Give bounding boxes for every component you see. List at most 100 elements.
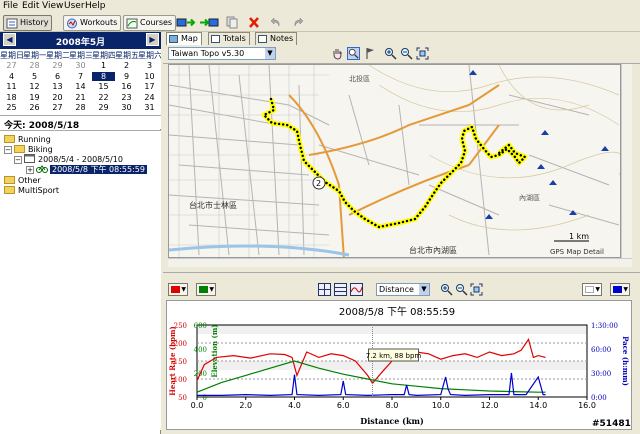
calendar-day[interactable]: 20 bbox=[46, 93, 69, 102]
chart-zoom-in-icon[interactable] bbox=[440, 283, 453, 296]
calendar-day[interactable]: 6 bbox=[46, 72, 69, 81]
menu-file[interactable]: File bbox=[3, 1, 18, 11]
tooltip-text: 7.2 km, 88 bpm bbox=[366, 352, 422, 360]
calendar-day[interactable]: 31 bbox=[138, 103, 161, 112]
calendar-day[interactable]: 22 bbox=[92, 93, 115, 102]
map-canvas: 2 台北市士林區 北投區 台北市內湖區 內湖區 1 km GPS Map Det… bbox=[169, 65, 620, 257]
menu-edit[interactable]: Edit bbox=[22, 1, 39, 11]
history-icon bbox=[6, 18, 18, 29]
chevron-down-icon: ▼ bbox=[623, 286, 628, 293]
stack-view-icon[interactable] bbox=[334, 283, 347, 296]
zoom-out-icon[interactable] bbox=[400, 47, 413, 60]
calendar-day[interactable]: 9 bbox=[115, 72, 138, 81]
chart-zoom-out-icon[interactable] bbox=[455, 283, 468, 296]
history-button[interactable]: History bbox=[3, 15, 53, 31]
expand-icon[interactable]: + bbox=[26, 166, 34, 174]
receive-from-device-icon[interactable] bbox=[199, 16, 219, 29]
copy-icon[interactable] bbox=[226, 16, 238, 29]
calendar-day[interactable]: 23 bbox=[115, 93, 138, 102]
notes-icon bbox=[258, 35, 267, 43]
calendar-day[interactable]: 15 bbox=[92, 82, 115, 91]
workouts-button[interactable]: Workouts bbox=[63, 15, 122, 31]
calendar-day[interactable]: 18 bbox=[0, 93, 23, 102]
map-source-select[interactable]: Taiwan Topo v5.30 ▼ bbox=[168, 47, 276, 60]
map-vertical-scrollbar[interactable] bbox=[621, 64, 632, 258]
redo-icon[interactable] bbox=[292, 16, 304, 29]
collapse-icon[interactable]: − bbox=[14, 156, 22, 164]
calendar-day[interactable]: 17 bbox=[138, 82, 161, 91]
calendar-day[interactable]: 30 bbox=[115, 103, 138, 112]
overlay-view-icon[interactable] bbox=[350, 283, 363, 296]
pan-hand-icon[interactable] bbox=[331, 47, 344, 60]
calendar-day[interactable]: 25 bbox=[0, 103, 23, 112]
menu-help[interactable]: Help bbox=[85, 1, 106, 11]
blank-color-button[interactable]: ▼ bbox=[582, 283, 602, 296]
calendar-day[interactable]: 19 bbox=[23, 93, 46, 102]
calendar-day[interactable]: 4 bbox=[0, 72, 23, 81]
zoom-tool-icon[interactable] bbox=[347, 47, 360, 60]
calendar-day[interactable]: 29 bbox=[92, 103, 115, 112]
scale-label: 1 km bbox=[569, 232, 589, 241]
calendar-day[interactable]: 2 bbox=[115, 61, 138, 70]
flag-icon[interactable] bbox=[364, 47, 377, 60]
calendar-day[interactable]: 12 bbox=[23, 82, 46, 91]
hr-color-button[interactable]: ▼ bbox=[168, 283, 188, 296]
calendar-day[interactable]: 8 bbox=[92, 71, 115, 81]
undo-icon[interactable] bbox=[270, 16, 282, 29]
totals-icon bbox=[211, 35, 220, 43]
calendar-day[interactable]: 26 bbox=[23, 103, 46, 112]
folder-icon bbox=[4, 176, 15, 184]
calendar-day[interactable]: 21 bbox=[69, 93, 92, 102]
calendar-day[interactable]: 30 bbox=[69, 61, 92, 70]
calendar-day[interactable]: 14 bbox=[69, 82, 92, 91]
send-to-device-icon[interactable] bbox=[176, 16, 196, 29]
calendar-day[interactable]: 28 bbox=[23, 61, 46, 70]
x-axis-select[interactable]: Distance ▼ bbox=[376, 283, 430, 296]
map-view[interactable]: 2 台北市士林區 北投區 台北市內湖區 內湖區 1 km GPS Map Det… bbox=[168, 64, 621, 258]
courses-button[interactable]: Courses bbox=[123, 15, 177, 31]
tab-totals[interactable]: Totals bbox=[208, 32, 250, 45]
calendar-day[interactable]: 27 bbox=[0, 61, 23, 70]
zoom-in-icon[interactable] bbox=[384, 47, 397, 60]
menu-view[interactable]: View bbox=[42, 1, 63, 11]
chart-canvas: 2008/5/8 下午 08:55:59 0.0 2.0 4.0 6.0 8.0 10.0 1… bbox=[168, 305, 630, 426]
calendar-day[interactable]: 10 bbox=[138, 72, 161, 81]
chart-area[interactable]: 2008/5/8 下午 08:55:59 0.0 2.0 4.0 6.0 8.0 10.0 1… bbox=[166, 300, 632, 430]
grid-view-icon[interactable] bbox=[318, 283, 331, 296]
hr-axis-label: Heart Rate (bpm) bbox=[168, 326, 177, 395]
tree-item-multisport[interactable]: MultiSport bbox=[4, 185, 59, 196]
panel-splitter[interactable] bbox=[163, 272, 640, 276]
collapse-icon[interactable]: − bbox=[4, 146, 12, 154]
elevation-color-button[interactable]: ▼ bbox=[196, 283, 216, 296]
pace-tick-label: 0:00 bbox=[591, 394, 607, 402]
zoom-fit-icon[interactable] bbox=[416, 47, 429, 60]
calendar-day[interactable]: 7 bbox=[69, 72, 92, 81]
today-label[interactable]: 今天: 2008/5/18 bbox=[0, 115, 161, 131]
calendar-next-button[interactable]: ▶ bbox=[146, 33, 159, 46]
calendar-day[interactable]: 1 bbox=[92, 61, 115, 70]
calendar-day[interactable]: 28 bbox=[69, 103, 92, 112]
map-label: 北投區 bbox=[349, 74, 370, 83]
calendar-day[interactable]: 27 bbox=[46, 103, 69, 112]
map-horizontal-scrollbar[interactable] bbox=[168, 258, 632, 267]
calendar-day[interactable]: 16 bbox=[115, 82, 138, 91]
calendar-day[interactable]: 11 bbox=[0, 82, 23, 91]
tab-notes[interactable]: Notes bbox=[255, 32, 298, 45]
blank-swatch bbox=[585, 286, 594, 293]
calendar-day[interactable]: 3 bbox=[138, 61, 161, 70]
chart-zoom-fit-icon[interactable] bbox=[470, 283, 483, 296]
detail-tabs: Map Totals Notes bbox=[163, 32, 640, 45]
tree-label: 2008/5/4 - 2008/5/10 bbox=[38, 155, 123, 164]
calendar-day[interactable]: 13 bbox=[46, 82, 69, 91]
tree-item-activity[interactable]: +2008/5/8 下午 08:55:59 bbox=[26, 164, 147, 175]
calendar-day[interactable]: 5 bbox=[23, 72, 46, 81]
menu-user[interactable]: User bbox=[64, 1, 85, 11]
courses-icon bbox=[126, 18, 138, 29]
calendar-prev-button[interactable]: ◀ bbox=[3, 33, 16, 46]
pace-tick-label: 1:30:00 bbox=[591, 322, 618, 330]
calendar-day[interactable]: 29 bbox=[46, 61, 69, 70]
tab-map[interactable]: Map bbox=[166, 32, 202, 45]
calendar-day[interactable]: 24 bbox=[138, 93, 161, 102]
delete-icon[interactable] bbox=[248, 16, 260, 29]
pace-color-button[interactable]: ▼ bbox=[610, 283, 630, 296]
